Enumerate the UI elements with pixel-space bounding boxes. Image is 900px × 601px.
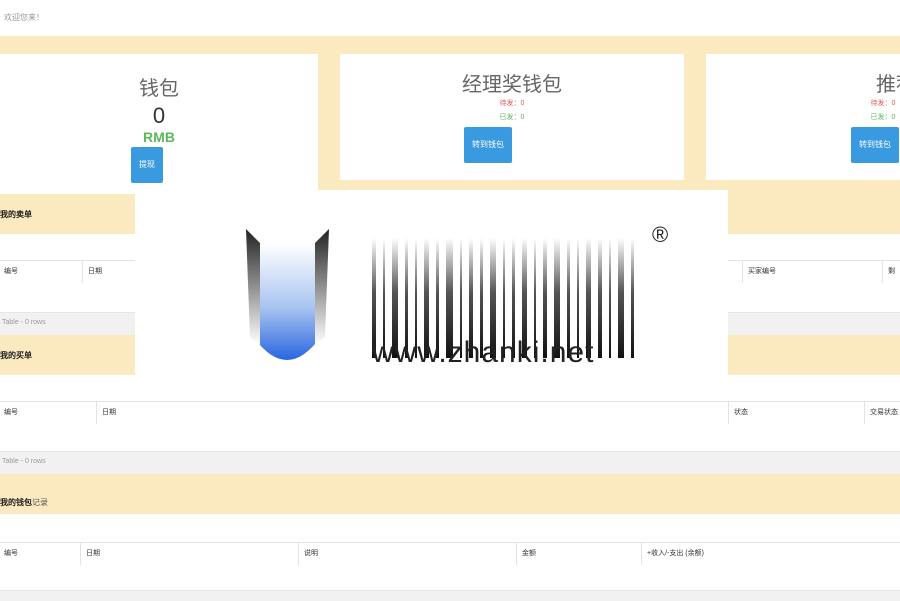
welcome-text: 欢迎您来！ (4, 13, 44, 22)
manager-transfer-button[interactable]: 转到钱包 (464, 127, 512, 163)
registered-mark: ® (652, 222, 669, 247)
wallet-currency: RMB (143, 129, 175, 145)
barcode-bar (598, 238, 602, 358)
col-description: 说明 (298, 543, 516, 565)
sell-orders-title-text: 我的卖单 (0, 210, 32, 219)
col-income-expense: +收入/-支出 (余额) (641, 543, 900, 565)
barcode-bar (618, 238, 624, 358)
referral-paid: 已发：0 (870, 114, 896, 121)
col-remaining: 剩 (882, 261, 900, 283)
withdraw-button[interactable]: 提现 (131, 147, 163, 183)
zhanki-logo (246, 229, 329, 360)
col-date: 日期 (96, 402, 156, 424)
sell-orders-title: 我的卖单 (0, 209, 32, 220)
col-date: 日期 (82, 261, 142, 283)
col-id: 编号 (4, 409, 18, 416)
col-buyer-id: 买家编号 (742, 261, 882, 283)
referral-bonus-title: 推荐奖钱包 (876, 74, 900, 96)
col-trade-status: 交易状态 (864, 402, 900, 424)
manager-bonus-card: 经理奖钱包 待发：0 已发：0 转到钱包 (340, 54, 684, 180)
top-bar: 欢迎您来！ (0, 0, 900, 37)
referral-pending: 待发：0 (870, 100, 896, 107)
section-gap (0, 424, 900, 451)
col-id: 编号 (4, 268, 18, 275)
col-amount: 金额 (516, 543, 641, 565)
barcode-bar (631, 238, 634, 358)
buy-orders-row-count: Table - 0 rows (2, 458, 46, 465)
buy-orders-table-header: 编号 日期 状态 交易状态 (0, 401, 900, 425)
buy-orders-title-text: 我的买单 (0, 351, 32, 360)
wallet-card: 钱包 0 RMB 提现 (0, 54, 318, 194)
section-gap (0, 565, 900, 590)
buy-orders-title: 我的买单 (0, 350, 32, 361)
wallet-records-title: 我的钱包记录 (0, 497, 48, 508)
wallet-records-title-text: 我的钱包 (0, 498, 32, 507)
watermark-url: www.zhanki.net (372, 336, 595, 369)
referral-transfer-button[interactable]: 转到钱包 (851, 127, 899, 163)
wallet-card-title: 钱包 (139, 78, 179, 100)
referral-bonus-card: 推荐奖钱包 待发：0 已发：0 转到钱包 (706, 54, 900, 180)
sell-orders-row-count: Table - 0 rows (2, 319, 46, 326)
manager-bonus-title: 经理奖钱包 (462, 74, 562, 96)
col-id: 编号 (4, 550, 18, 557)
wallet-records-table-header: 编号 日期 说明 金额 +收入/-支出 (余额) (0, 542, 900, 566)
wallet-records-footer (0, 590, 900, 601)
wallet-records-title-sub: 记录 (32, 498, 48, 507)
wallet-records-header: 我的钱包记录 (0, 474, 900, 514)
manager-paid: 已发：0 (499, 114, 525, 121)
col-status: 状态 (728, 402, 864, 424)
barcode-bar (609, 238, 611, 358)
wallet-balance: 0 (152, 103, 166, 128)
manager-pending: 待发：0 (499, 100, 525, 107)
buy-orders-footer: Table - 0 rows (0, 451, 900, 474)
col-date: 日期 (80, 543, 298, 565)
section-gap (0, 514, 900, 542)
